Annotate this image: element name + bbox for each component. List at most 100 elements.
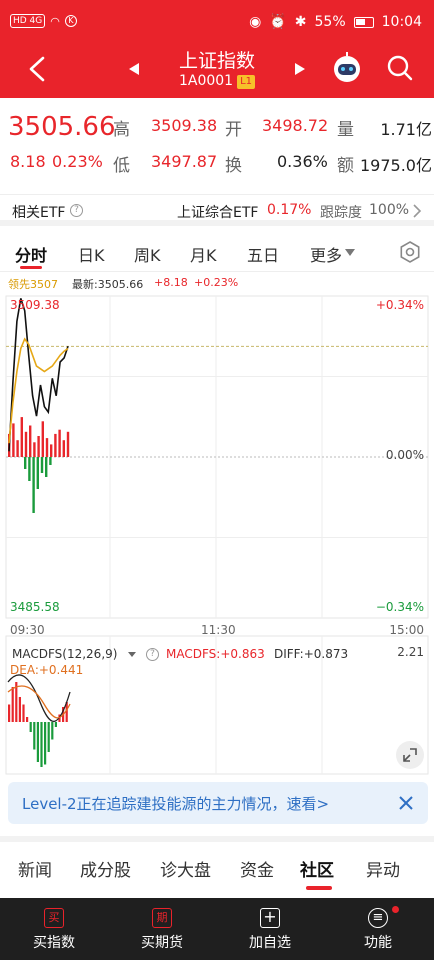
volume-bar-up xyxy=(54,433,57,457)
eye-icon: ◉ xyxy=(249,14,262,30)
amount-label: 额 xyxy=(337,156,354,176)
volume-bar-down xyxy=(24,457,27,469)
tab-components[interactable]: 成分股 xyxy=(80,856,131,881)
buy-futures-button[interactable]: 期 买期货 xyxy=(108,898,216,960)
status-bar: HD 4G ◠ K ◉ ⏰ ✱ 55% 10:04 xyxy=(0,0,434,42)
functions-button[interactable]: ≡ 功能 xyxy=(324,898,432,960)
tab-monthly-k[interactable]: 月K xyxy=(190,242,217,266)
macd-dropdown-icon[interactable] xyxy=(128,652,136,658)
current-price: 3505.66 xyxy=(8,112,116,142)
robot-assistant-icon[interactable] xyxy=(330,50,364,84)
volume-bar-up xyxy=(58,429,61,457)
tab-movement[interactable]: 异动 xyxy=(366,856,400,881)
tab-diagnosis[interactable]: 诊大盘 xyxy=(160,856,211,881)
macd-bar-up xyxy=(15,682,18,722)
volume-bar-up xyxy=(45,438,49,457)
tab-news[interactable]: 新闻 xyxy=(18,856,52,881)
mid-pct-label: 0.00% xyxy=(385,448,424,462)
macd-dea: DEA:+0.441 xyxy=(10,663,84,677)
tab-weekly-k[interactable]: 周K xyxy=(134,242,161,266)
macd-bar-down xyxy=(29,722,32,732)
close-icon[interactable] xyxy=(398,795,414,811)
bottom-price-label: 3485.58 xyxy=(10,600,60,614)
amount-value: 1975.0亿 xyxy=(360,156,432,175)
stock-code-line: 1A0001 L1 xyxy=(0,73,434,89)
tab-capital[interactable]: 资金 xyxy=(240,856,274,881)
turnover-label: 换 xyxy=(225,156,242,176)
volume-bar-down xyxy=(40,457,44,473)
macd-bar-down xyxy=(36,722,39,762)
tab-five-day[interactable]: 五日 xyxy=(247,242,279,266)
price-lines xyxy=(8,298,69,452)
chevron-down-icon[interactable] xyxy=(345,249,355,257)
chart-canvas[interactable] xyxy=(0,272,434,782)
macd-value: MACDFS:+0.863 xyxy=(166,647,265,661)
top-price-label: 3509.38 xyxy=(10,298,60,312)
volume-value: 1.71亿 xyxy=(380,120,432,139)
tab-more[interactable]: 更多 xyxy=(310,242,342,266)
network-indicator: HD 4G xyxy=(10,14,46,28)
fullscreen-button[interactable] xyxy=(396,741,424,769)
add-watchlist-button[interactable]: + 加自选 xyxy=(216,898,324,960)
chart-border xyxy=(5,295,429,619)
battery-icon xyxy=(353,16,374,28)
macd-bar-down xyxy=(47,722,50,752)
stock-code: 1A0001 xyxy=(178,73,234,89)
info-icon[interactable]: ? xyxy=(70,204,83,217)
tab-intraday[interactable]: 分时 xyxy=(15,242,47,266)
macd-indicator-label[interactable]: MACDFS(12,26,9) xyxy=(12,647,117,661)
related-etf-row[interactable]: 相关ETF ? 上证综合ETF 0.17% 跟踪度 100% xyxy=(0,194,434,226)
volume-bar-up xyxy=(50,444,53,457)
bluetooth-icon: ✱ xyxy=(294,14,307,30)
intraday-chart[interactable]: 领先3507 最新:3505.66 +8.18 +0.23% 3509.38 +… xyxy=(0,272,434,792)
tracking-label: 跟踪度 xyxy=(320,205,362,221)
macd-bar-down xyxy=(40,722,43,767)
volume-bar-up xyxy=(24,431,28,457)
macd-help-icon[interactable]: ? xyxy=(146,648,159,661)
battery-level: 55% xyxy=(314,14,346,30)
volume-bar-up xyxy=(62,440,65,457)
price-series-line xyxy=(8,337,69,444)
tracking-value: 100% xyxy=(369,202,410,218)
macd-bar-up xyxy=(18,697,21,722)
low-value: 3497.87 xyxy=(151,152,218,171)
notification-dot xyxy=(392,906,399,913)
bottom-action-bar: 买 买指数 期 买期货 + 加自选 ≡ 功能 xyxy=(0,898,434,960)
info-tabs: 新闻 成分股 诊大盘 资金 社区 异动 xyxy=(0,836,434,890)
buy-index-button[interactable]: 买 买指数 xyxy=(0,898,108,960)
search-icon[interactable] xyxy=(386,54,414,82)
macd-bar-down xyxy=(33,722,36,750)
tab-daily-k[interactable]: 日K xyxy=(78,242,105,266)
volume-bar-up xyxy=(33,442,36,457)
high-label: 高 xyxy=(113,120,130,140)
volume-bar-down xyxy=(45,457,48,477)
volume-bar-up xyxy=(37,436,40,457)
expand-icon xyxy=(403,748,417,762)
buy-icon: 买 xyxy=(44,908,64,928)
buy-futures-label: 买期货 xyxy=(141,935,183,951)
top-pct-label: +0.34% xyxy=(375,298,424,312)
time-mid-label: 11:30 xyxy=(201,623,236,637)
futures-icon: 期 xyxy=(152,908,172,928)
tab-community[interactable]: 社区 xyxy=(300,856,334,881)
banner-text[interactable]: Level-2正在追踪建投能源的主力情况，速看> xyxy=(22,793,329,814)
volume-bar-up xyxy=(29,425,32,457)
settings-icon[interactable] xyxy=(399,241,421,263)
price-series-line xyxy=(8,298,69,452)
price-change-pct: 0.23% xyxy=(52,152,103,171)
wifi-icon: ◠ xyxy=(50,14,60,28)
macd-bar-up xyxy=(22,704,25,722)
price-change: 8.18 xyxy=(10,152,46,171)
macd-top-value: 2.21 xyxy=(397,645,424,659)
clock-time: 10:04 xyxy=(381,14,422,30)
level2-banner[interactable]: Level-2正在追踪建投能源的主力情况，速看> xyxy=(8,782,428,824)
volume-bar-down xyxy=(28,457,31,481)
active-tab-indicator xyxy=(20,266,42,269)
volume-bars xyxy=(8,417,70,513)
next-stock-icon[interactable] xyxy=(294,62,306,76)
low-label: 低 xyxy=(113,156,130,176)
open-value: 3498.72 xyxy=(262,116,329,135)
level-badge: L1 xyxy=(237,75,256,89)
etf-name[interactable]: 上证综合ETF xyxy=(177,202,258,222)
macd-bar-down xyxy=(54,722,57,727)
